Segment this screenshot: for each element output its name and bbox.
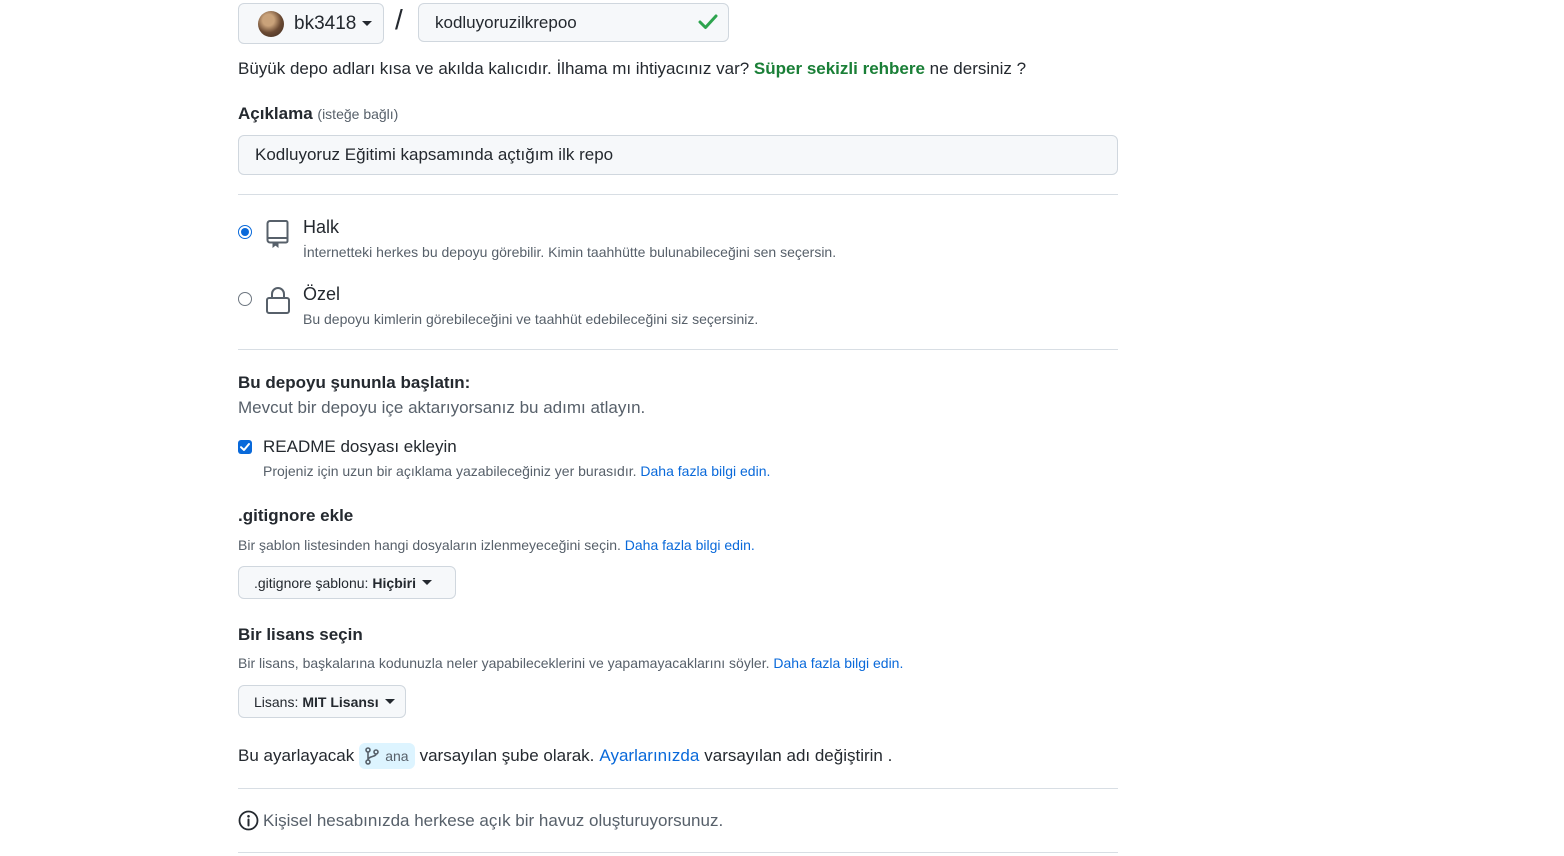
- readme-label[interactable]: README dosyası ekleyin: [263, 437, 457, 457]
- owner-select-button[interactable]: bk3418: [238, 3, 384, 44]
- info-text: Kişisel hesabınızda herkese açık bir hav…: [263, 810, 724, 830]
- init-desc: Mevcut bir depoyu içe aktarıyorsanız bu …: [238, 398, 646, 417]
- git-branch-icon: [365, 747, 380, 765]
- hint-text: Büyük depo adları kısa ve akılda kalıcıd…: [238, 59, 754, 78]
- license-learn-more-link[interactable]: Daha fazla bilgi edin.: [773, 655, 903, 671]
- gitignore-template-dropdown[interactable]: .gitignore şablonu: Hiçbiri: [238, 566, 456, 599]
- avatar: [258, 10, 284, 37]
- hint-text-end: ne dersiniz ?: [924, 59, 1027, 78]
- settings-link[interactable]: Ayarlarınızda: [599, 746, 699, 766]
- divider: [238, 349, 1118, 350]
- name-suggestion-link[interactable]: Süper sekizli rehbere: [754, 59, 925, 78]
- info-icon: [238, 810, 259, 831]
- visibility-public-title: Halk: [303, 217, 340, 237]
- owner-name: bk3418: [294, 12, 357, 34]
- repo-name-field: [418, 3, 729, 42]
- gitignore-dropdown-prefix: .gitignore şablonu:: [254, 574, 369, 591]
- checkmark-icon: [240, 443, 250, 451]
- description-label-text: Açıklama: [238, 104, 313, 123]
- gitignore-desc: Bir şablon listesinden hangi dosyaların …: [238, 537, 755, 553]
- divider: [238, 194, 1118, 195]
- license-desc-text: Bir lisans, başkalarına kodunuzla neler …: [238, 655, 774, 671]
- license-title: Bir lisans seçin: [238, 625, 363, 644]
- branch-name: ana: [385, 748, 409, 764]
- license-dropdown-prefix: Lisans:: [254, 693, 299, 710]
- branch-pill: ana: [359, 743, 415, 769]
- description-label: Açıklama (isteğe bağlı): [238, 104, 398, 124]
- description-input[interactable]: [238, 135, 1118, 175]
- caret-down-icon: [384, 699, 395, 704]
- branch-text-middle: varsayılan şube olarak.: [419, 746, 595, 765]
- readme-desc-text: Projeniz için uzun bir açıklama yazabile…: [263, 463, 641, 479]
- branch-text-before: Bu ayarlayacak: [238, 746, 355, 765]
- owner-repo-separator: /: [395, 4, 403, 35]
- license-dropdown-value: MIT Lisansı: [302, 693, 379, 710]
- visibility-public-radio[interactable]: [238, 225, 252, 239]
- readme-desc: Projeniz için uzun bir açıklama yazabile…: [263, 463, 770, 479]
- repo-name-input[interactable]: [419, 4, 695, 41]
- divider: [238, 788, 1118, 789]
- license-desc: Bir lisans, başkalarına kodunuzla neler …: [238, 655, 903, 671]
- caret-down-icon: [422, 580, 432, 585]
- gitignore-desc-text: Bir şablon listesinden hangi dosyaların …: [238, 537, 625, 553]
- branch-text-after: varsayılan adı değiştirin .: [704, 746, 893, 765]
- visibility-public-desc: İnternetteki herkes bu depoyu görebilir.…: [303, 244, 837, 260]
- optional-note: (isteğe bağlı): [317, 106, 399, 122]
- init-title: Bu depoyu şununla başlatın:: [238, 373, 471, 392]
- readme-learn-more-link[interactable]: Daha fazla bilgi edin.: [640, 463, 770, 479]
- gitignore-dropdown-value: Hiçbiri: [372, 574, 416, 591]
- visibility-private-radio[interactable]: [238, 292, 252, 306]
- default-branch-note: Bu ayarlayacak ana varsayılan şube olara…: [238, 743, 892, 769]
- gitignore-learn-more-link[interactable]: Daha fazla bilgi edin.: [625, 537, 755, 553]
- repo-icon: [266, 220, 289, 248]
- visibility-private-desc: Bu depoyu kimlerin görebileceğini ve taa…: [303, 311, 759, 327]
- license-dropdown[interactable]: Lisans: MIT Lisansı: [238, 685, 406, 718]
- check-icon: [698, 14, 718, 29]
- readme-checkbox[interactable]: [238, 440, 252, 454]
- repo-name-hint: Büyük depo adları kısa ve akılda kalıcıd…: [238, 59, 1026, 79]
- gitignore-title: .gitignore ekle: [238, 506, 354, 525]
- info-note: Kişisel hesabınızda herkese açık bir hav…: [238, 810, 723, 831]
- lock-icon: [266, 287, 290, 314]
- divider: [238, 852, 1118, 853]
- caret-down-icon: [362, 21, 373, 26]
- visibility-private-title: Özel: [303, 284, 341, 304]
